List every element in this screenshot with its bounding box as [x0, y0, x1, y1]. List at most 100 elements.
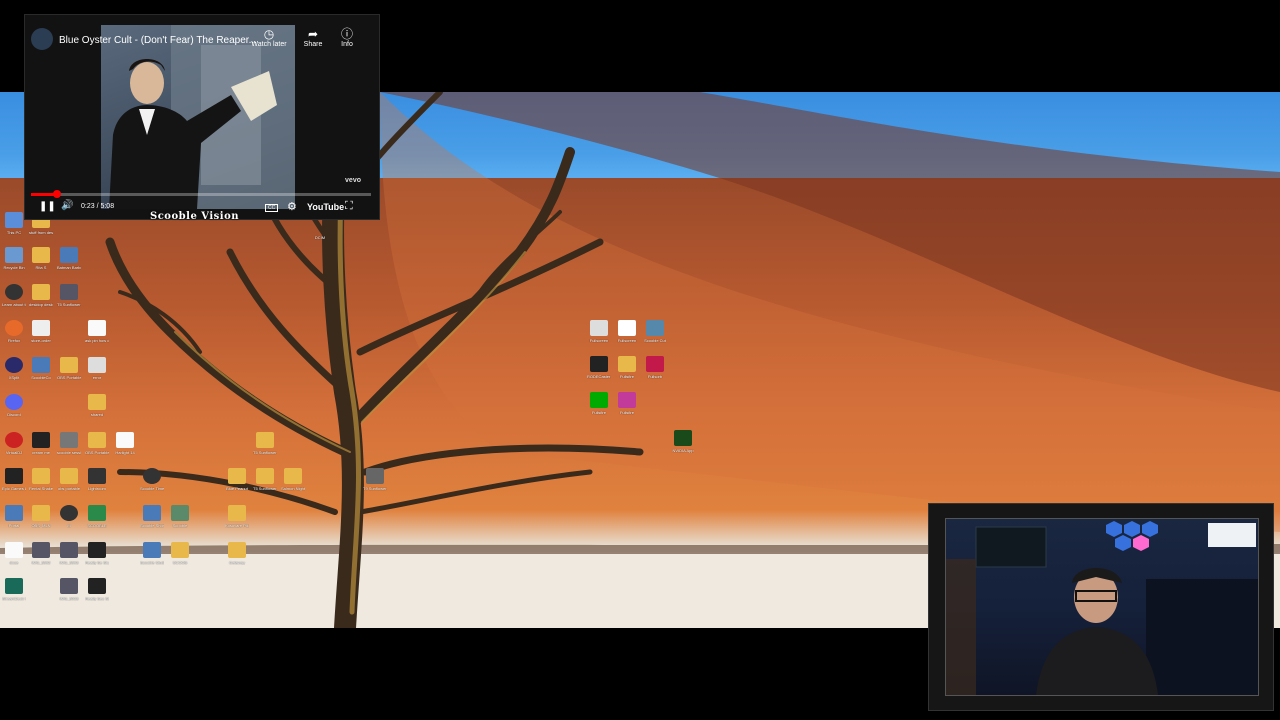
- captions-icon[interactable]: CC: [265, 204, 279, 212]
- desktop-icon-label: Scooble Time: [140, 486, 164, 491]
- desktop-icon-label: Harlight 14: [115, 450, 135, 455]
- desktop-icon-label: Fullsfire: [619, 374, 634, 379]
- desktop-icon-label: store-order: [31, 338, 51, 343]
- desktop-icon[interactable]: scooble session: [57, 432, 81, 455]
- youtube-logo[interactable]: YouTube: [307, 202, 344, 212]
- desktop-icon[interactable]: NVIDIA App: [671, 430, 695, 453]
- desktop-icon[interactable]: store-order: [29, 320, 53, 343]
- desktop-icon[interactable]: Scooble Cut: [643, 320, 667, 343]
- desktop-icon-label: Batman Barber: [57, 265, 81, 270]
- player-top-bar: Blue Oyster Cult - (Don't Fear) The Reap…: [25, 15, 379, 57]
- channel-avatar[interactable]: [31, 28, 53, 50]
- settings-icon[interactable]: ⚙: [287, 200, 297, 213]
- desktop-icon-label: OBS Portable: [57, 375, 81, 380]
- desktop-icon[interactable]: T5 Sunflower Crescent: [253, 432, 277, 455]
- desktop-icon-label: cream me: [32, 450, 50, 455]
- desktop-icon[interactable]: RODECaster App: [587, 356, 611, 379]
- desktop-icon[interactable]: Fullsfire: [587, 392, 611, 415]
- desktop-icon[interactable]: Fullsfire: [615, 392, 639, 415]
- desktop-icon[interactable]: Harlight 14: [113, 432, 137, 455]
- desktop-icon[interactable]: Fullscreen: [615, 320, 639, 343]
- desktop-icon[interactable]: Lightroom: [85, 468, 109, 491]
- desktop-icon[interactable]: OBS_MLN: [29, 505, 53, 528]
- desktop-icon[interactable]: Firefox: [2, 320, 26, 343]
- volume-icon[interactable]: 🔊: [61, 200, 73, 211]
- desktop-icon[interactable]: Rita S: [29, 247, 53, 270]
- desktop-icon[interactable]: doce: [2, 542, 26, 565]
- video-title[interactable]: Blue Oyster Cult - (Don't Fear) The Reap…: [59, 35, 257, 46]
- desktop-icon-label: stuff from desktop: [29, 230, 53, 235]
- desktop-icon[interactable]: IMG_3033: [57, 578, 81, 601]
- desktop-icon[interactable]: shared: [85, 394, 109, 417]
- desktop-icon-label: T5 Sunflower Crescent: [253, 450, 277, 455]
- desktop-icon[interactable]: T5 Sunflower Crescent: [253, 468, 277, 491]
- desktop-icon[interactable]: Getaway: [225, 542, 249, 565]
- desktop-icon[interactable]: Batman Barber: [57, 247, 81, 270]
- desktop-icon[interactable]: Scooble Shortcut: [140, 505, 164, 528]
- desktop-icon[interactable]: Scooble Studio: [140, 542, 164, 565]
- desktop-icon-label: Firefox: [7, 338, 21, 343]
- desktop-icon[interactable]: T9 Sunflower Crescent: [363, 468, 387, 491]
- desktop-icon[interactable]: M: [57, 505, 81, 528]
- desktop-icon[interactable]: Scooble Time: [140, 468, 164, 491]
- desktop-icon[interactable]: Salmon Night: [281, 468, 305, 491]
- desktop-icon[interactable]: Learn about this picture: [2, 284, 26, 307]
- desktop-icon[interactable]: XSplit: [2, 357, 26, 380]
- progress-bar[interactable]: [31, 190, 371, 198]
- desktop-icon-label: ScoobleCo: [31, 375, 51, 380]
- desktop-icon[interactable]: Scooble: [168, 505, 192, 528]
- fullscreen-icon[interactable]: ⛶: [345, 200, 353, 213]
- desktop-icon[interactable]: cream me: [29, 432, 53, 455]
- desktop-icon[interactable]: Fullsfire: [615, 356, 639, 379]
- overlay-caption: Scooble Vision: [150, 211, 240, 222]
- desktop-icon[interactable]: Recycle Bin: [2, 247, 26, 270]
- desktop-icon-label: SCOOB: [172, 560, 188, 565]
- desktop-icon-label: VirtualDJ: [5, 450, 23, 455]
- desktop-icon[interactable]: error: [85, 357, 109, 380]
- desktop-icon[interactable]: desktop desktop: [29, 284, 53, 307]
- desktop-icon[interactable]: Fullsorb: [643, 356, 667, 379]
- desktop-icon[interactable]: T5 Sunflower Crescent: [57, 284, 81, 307]
- desktop-icon-label: OBS_MLN: [31, 523, 51, 528]
- desktop-icon[interactable]: SCOOB: [168, 542, 192, 565]
- desktop-icon[interactable]: DCIM: [308, 217, 332, 240]
- desktop-icon-label: Scooble Studio: [140, 560, 164, 565]
- desktop-icon[interactable]: Fullscreen: [587, 320, 611, 343]
- desktop-icon[interactable]: Discord: [2, 394, 26, 417]
- desktop-icon[interactable]: Really Se Stuck Panel: [85, 542, 109, 565]
- desktop-icon-label: error: [92, 375, 102, 380]
- desktop-icon-label: Portal: [8, 523, 20, 528]
- desktop-icon[interactable]: OBS Portable: [57, 357, 81, 380]
- desktop-icon-label: Fullsfire: [619, 410, 634, 415]
- desktop-icon[interactable]: This PC: [2, 212, 26, 235]
- desktop-icon-label: Epic Games Launcher: [2, 486, 26, 491]
- desktop-icon[interactable]: IMG_3992: [29, 542, 53, 565]
- desktop-icon-label: T5 Sunflower Crescent: [57, 302, 81, 307]
- desktop-icon[interactable]: ask pin how do you say: [85, 320, 109, 343]
- desktop-icon[interactable]: SCOOBLE: [85, 505, 109, 528]
- desktop-icon-label: M: [67, 523, 71, 528]
- desktop-icon-label: desktop desktop: [29, 302, 53, 307]
- desktop-icon[interactable]: ScoobleCo: [29, 357, 53, 380]
- desktop-icon-label: NVIDIA App: [672, 448, 694, 453]
- desktop-icon[interactable]: OBS Portable: [85, 432, 109, 455]
- desktop-icon[interactable]: Epic Games Launcher: [2, 468, 26, 491]
- desktop-icon-label: Really Sec Stuck_Mod: [85, 596, 109, 601]
- desktop-icon-label: Scooble Shortcut: [140, 523, 164, 528]
- desktop-icon[interactable]: StreamDeck Warner: [2, 578, 26, 601]
- progress-scrubber[interactable]: [52, 190, 61, 198]
- desktop-icon[interactable]: Really Sec Stuck_Mod: [85, 578, 109, 601]
- watch-later-button[interactable]: ◷ Watch later: [247, 27, 291, 48]
- pause-icon[interactable]: ❚❚: [39, 201, 56, 212]
- desktop-icon[interactable]: Blue Peanut: [225, 468, 249, 491]
- youtube-player[interactable]: Blue Oyster Cult - (Don't Fear) The Reap…: [24, 14, 380, 220]
- desktop-icon-label: Fullscreen: [617, 338, 637, 343]
- desktop-icon[interactable]: obs portable: [57, 468, 81, 491]
- desktop-icon[interactable]: IMG_3993: [57, 542, 81, 565]
- desktop-icon[interactable]: VirtualDJ: [2, 432, 26, 455]
- vevo-watermark: vevo: [345, 177, 361, 184]
- info-button[interactable]: ⓘ Info: [325, 27, 369, 48]
- desktop-icon[interactable]: Rental Shake: [29, 468, 53, 491]
- desktop-icon[interactable]: Portal: [2, 505, 26, 528]
- desktop-icon[interactable]: Kosovare Pike: [225, 505, 249, 528]
